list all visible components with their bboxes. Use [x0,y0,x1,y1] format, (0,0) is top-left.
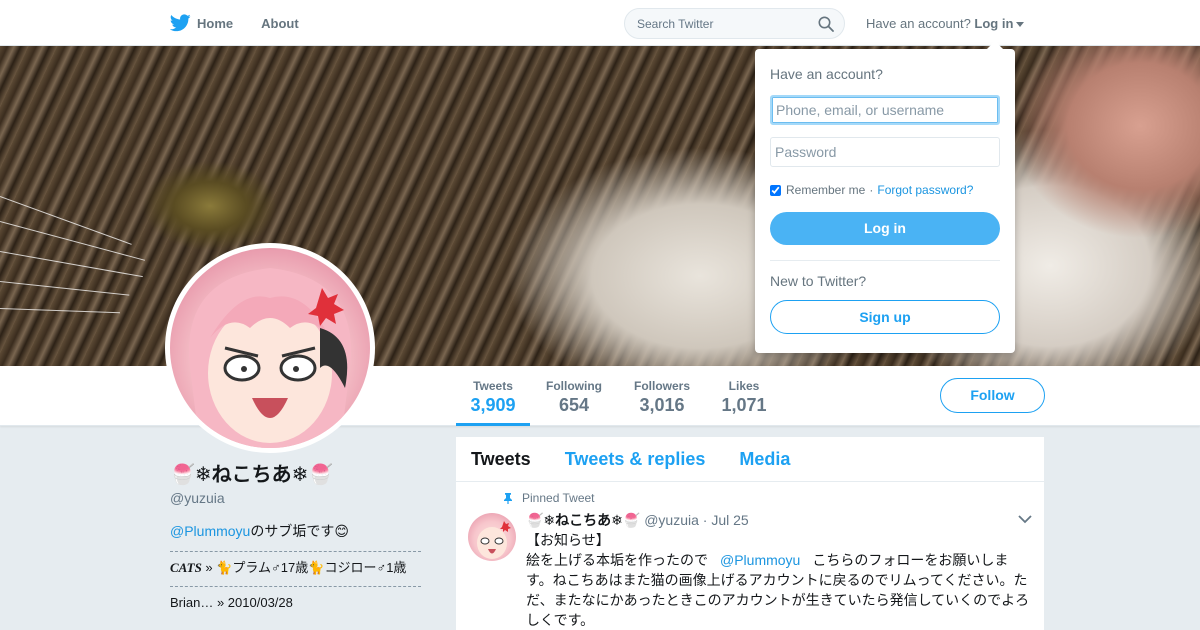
nav-left-group: Home About [170,0,327,46]
twitter-bird-icon [170,14,191,32]
banner-whisker [0,308,120,314]
anime-girl-illustration [189,268,351,448]
top-navigation-bar: Home About Have an account? Log in [0,0,1200,46]
banner-whisker [0,196,132,245]
nav-home-label: Home [197,15,234,31]
stat-following-label: Following [546,379,602,393]
stat-following[interactable]: Following 654 [540,366,608,426]
stat-tweets-label: Tweets [473,379,513,393]
profile-display-name[interactable]: 🍧❄ねこちあ❄🍧 [170,458,425,488]
login-button[interactable]: Log in [770,212,1000,245]
search-input[interactable] [625,9,805,38]
stat-likes[interactable]: Likes 1,071 [716,366,772,426]
remember-me-checkbox[interactable] [770,184,781,196]
avatar-illustration [170,248,370,448]
pinned-indicator: Pinned Tweet [502,491,595,505]
bio-mention-link[interactable]: @Plummoyu [170,523,250,539]
forgot-password-link[interactable]: Forgot password? [877,183,973,197]
chevron-down-icon[interactable] [1018,514,1032,524]
stat-followers-label: Followers [633,379,690,393]
tweet-author-name[interactable]: 🍧❄ねこちあ❄🍧 [526,512,640,528]
divider [170,586,421,587]
tweet-header: 🍧❄ねこちあ❄🍧 @yuzuia · Jul 25 [526,510,749,530]
login-dropdown-title: Have an account? [770,66,883,82]
pinned-label: Pinned Tweet [522,491,595,505]
remember-me-label[interactable]: Remember me [786,183,865,197]
divider [770,260,1000,261]
tweet-avatar[interactable] [468,513,516,561]
tweet-author-handle[interactable]: @yuzuia [644,512,699,528]
pin-icon [504,493,512,504]
stat-followers-value: 3,016 [639,395,685,415]
tweet-text: 【お知らせ】 絵を上げる本垢を作ったので @Plummoyu こちらのフォローをお願… [526,530,1034,630]
nav-about[interactable]: About [261,16,299,31]
new-to-twitter-label: New to Twitter? [770,273,867,289]
avatar-illustration [477,521,511,559]
timeline: Tweets Tweets & replies Media Pinned Twe… [456,437,1044,630]
remember-me-row: Remember me · Forgot password? [770,183,973,197]
stat-tweets[interactable]: Tweets 3,909 [456,366,530,426]
tweet-date[interactable]: · Jul 25 [703,512,749,528]
timeline-tabs: Tweets Tweets & replies Media [456,437,1044,482]
stat-likes-value: 1,071 [721,395,767,415]
profile-bio: @Plummoyuのサブ垢です😊 [170,521,425,541]
separator-dot: · [869,183,874,197]
stat-tweets-value: 3,909 [470,395,516,415]
profile-avatar[interactable] [165,243,375,453]
login-dropdown: Have an account? Remember me · Forgot pa… [755,41,1015,353]
tab-tweets-and-replies[interactable]: Tweets & replies [565,449,706,470]
stat-following-value: 654 [558,395,590,415]
banner-whisker [0,281,130,296]
tab-tweets[interactable]: Tweets [471,449,531,470]
stat-followers[interactable]: Followers 3,016 [628,366,696,426]
search-icon[interactable] [818,16,834,32]
cats-label: CATS [170,560,202,575]
tab-media[interactable]: Media [739,449,790,470]
follow-button[interactable]: Follow [940,378,1045,413]
login-toggle[interactable]: Log in [974,16,1013,31]
profile-cats-line: CATS » 🐈プラム♂17歳🐈コジロー♂1歳 [170,558,425,578]
password-field[interactable] [770,137,1000,167]
nav-home[interactable]: Home [170,14,233,32]
profile-sidebar: 🍧❄ねこちあ❄🍧 @yuzuia @Plummoyuのサブ垢です😊 CATS »… [170,458,425,613]
account-prompt: Have an account? [866,16,971,31]
nav-about-label: About [261,15,299,31]
bio-text: のサブ垢です😊 [250,523,349,539]
tweet-text-pre: 絵を上げる本垢を作ったので [526,552,708,568]
tweet-line-2: 絵を上げる本垢を作ったので @Plummoyu こちらのフォローをお願いします。ねこ… [526,550,1034,630]
search-box [624,8,845,39]
signup-button[interactable]: Sign up [770,300,1000,334]
stat-likes-label: Likes [728,379,760,393]
username-field[interactable] [770,95,1000,125]
tweet-line-1: 【お知らせ】 [526,532,610,548]
account-menu-toggle[interactable]: Have an account? Log in [866,16,1025,31]
caret-down-icon [1016,22,1025,28]
tweet-mention-link[interactable]: @Plummoyu [708,552,812,568]
profile-next-line: Brian… » 2010/03/28 [170,595,293,610]
profile-handle[interactable]: @yuzuia [170,490,425,506]
cats-text: » 🐈プラム♂17歳🐈コジロー♂1歳 [201,560,407,575]
banner-whisker [0,251,143,278]
divider [170,551,421,552]
